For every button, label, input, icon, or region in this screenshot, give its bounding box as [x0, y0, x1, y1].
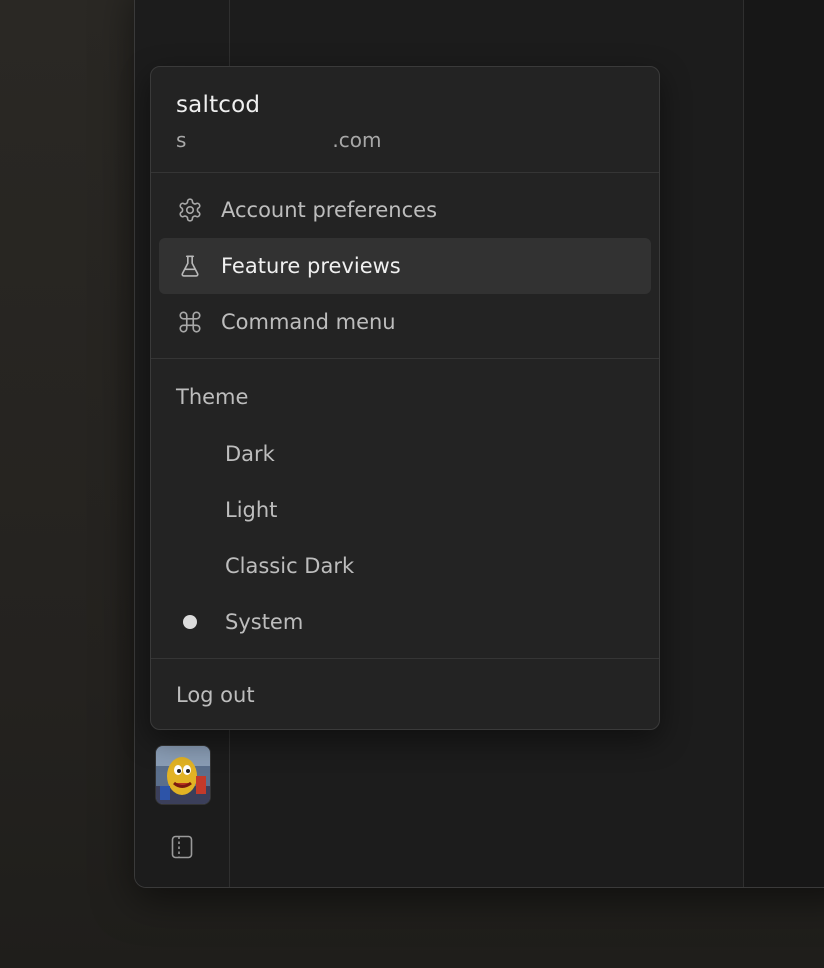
- menu-item-label: Account preferences: [221, 198, 438, 222]
- menu-item-command-menu[interactable]: Command menu: [159, 294, 651, 350]
- theme-option-label: Classic Dark: [225, 554, 355, 578]
- email: s .com: [176, 127, 634, 153]
- theme-option-dark[interactable]: Dark: [159, 426, 651, 482]
- avatar[interactable]: [155, 745, 211, 805]
- selected-dot-icon: [183, 615, 197, 629]
- logout-button[interactable]: Log out: [151, 659, 659, 731]
- menu-item-feature-previews[interactable]: Feature previews: [159, 238, 651, 294]
- account-dropdown-menu: saltcod s .com Account preferences Featu…: [150, 66, 660, 730]
- menu-item-account-preferences[interactable]: Account preferences: [159, 182, 651, 238]
- theme-option-system[interactable]: System: [159, 594, 651, 650]
- email-prefix: s: [176, 128, 187, 152]
- theme-heading: Theme: [176, 385, 249, 409]
- theme-option-label: Light: [225, 498, 278, 522]
- email-suffix: .com: [332, 128, 382, 152]
- command-icon: [176, 308, 204, 336]
- radio-indicator: [176, 615, 204, 629]
- theme-option-light[interactable]: Light: [159, 482, 651, 538]
- theme-option-label: Dark: [225, 442, 275, 466]
- gear-icon: [176, 196, 204, 224]
- right-pane: [744, 0, 824, 887]
- theme-option-classic-dark[interactable]: Classic Dark: [159, 538, 651, 594]
- avatar-image: [156, 746, 210, 804]
- menu-actions: Account preferences Feature previews Com…: [151, 173, 659, 359]
- username: saltcod: [176, 92, 261, 118]
- account-header: saltcod s .com: [151, 67, 659, 173]
- email-redaction: [186, 130, 332, 150]
- sidebar-toggle-icon[interactable]: [171, 835, 193, 859]
- flask-icon: [176, 252, 204, 280]
- menu-item-label: Feature previews: [221, 254, 401, 278]
- theme-section: Theme Dark Light Classic Dark System: [151, 359, 659, 659]
- theme-option-label: System: [225, 610, 304, 634]
- menu-item-label: Command menu: [221, 310, 396, 334]
